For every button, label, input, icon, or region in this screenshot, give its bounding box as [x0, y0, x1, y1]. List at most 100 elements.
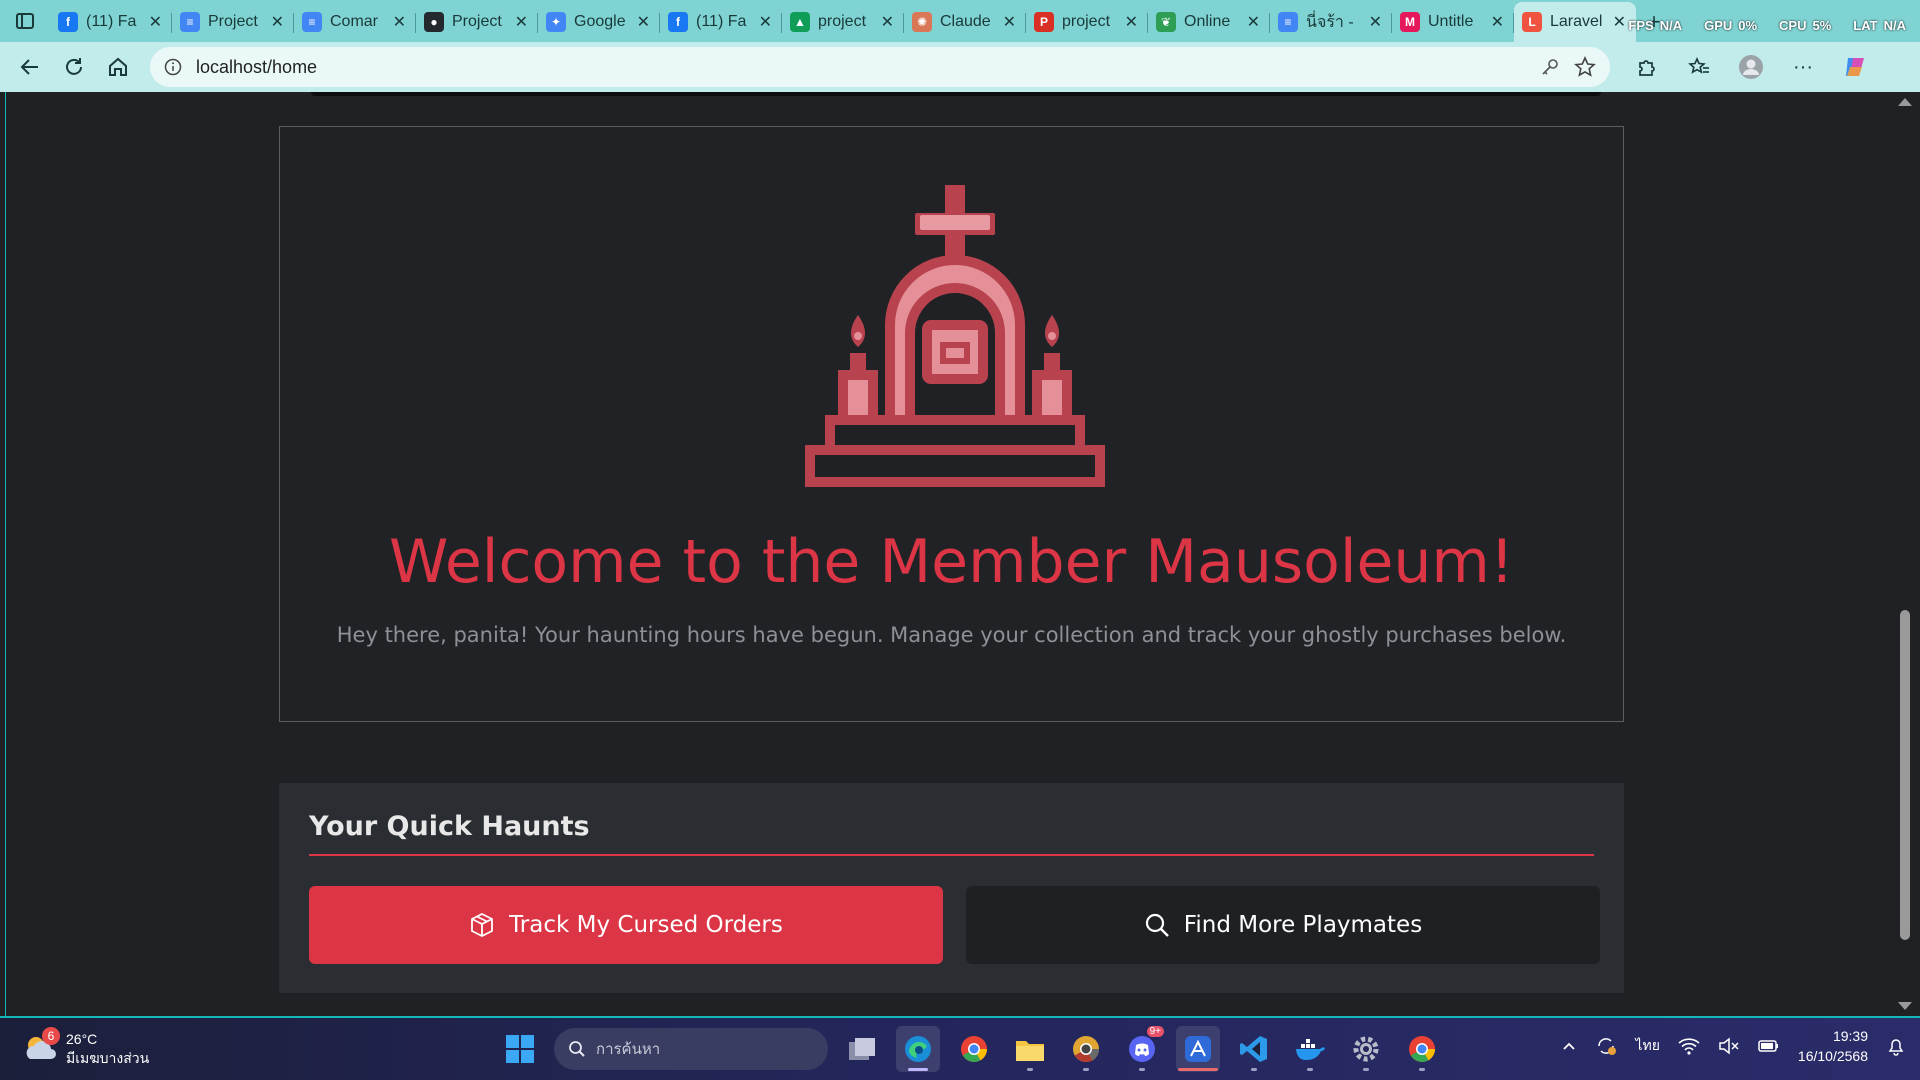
- close-icon[interactable]: ✕: [881, 12, 894, 32]
- browser-tab[interactable]: M Untitle ✕: [1392, 2, 1514, 42]
- system-clock[interactable]: 19:39 16/10/2568: [1798, 1026, 1868, 1066]
- browser-tab[interactable]: ❦ Online ✕: [1148, 2, 1270, 42]
- more-menu-button[interactable]: ···: [1780, 47, 1826, 87]
- chevron-up-icon[interactable]: [1561, 1038, 1577, 1054]
- notifications-icon[interactable]: [1886, 1036, 1906, 1056]
- tab-title: project: [1062, 13, 1111, 30]
- folder-icon: [1016, 1041, 1044, 1061]
- tab-title: (11) Fa: [86, 13, 137, 30]
- page-scrollbar[interactable]: [1893, 92, 1915, 1016]
- speaker-muted-icon[interactable]: [1718, 1037, 1740, 1055]
- favorites-button[interactable]: [1676, 47, 1722, 87]
- system-tray: ไทย 19:39 16/10/2568: [1561, 1026, 1906, 1066]
- chrome-profile-app[interactable]: [1400, 1026, 1444, 1072]
- discord-badge: 9+: [1146, 1026, 1164, 1037]
- clock-date: 16/10/2568: [1797, 1048, 1868, 1064]
- tab-title: Comar: [330, 13, 379, 30]
- language-indicator[interactable]: ไทย: [1635, 1035, 1659, 1057]
- browser-tab[interactable]: L Laravel ✕: [1514, 2, 1636, 42]
- lat-label: LAT: [1853, 18, 1878, 33]
- find-playmates-button[interactable]: Find More Playmates: [966, 886, 1600, 964]
- tab-title: Project: [208, 13, 258, 30]
- info-icon[interactable]: [164, 58, 182, 76]
- browser-tab[interactable]: f (11) Fa ✕: [660, 2, 782, 42]
- chrome-canary-app[interactable]: [1064, 1026, 1108, 1072]
- close-icon[interactable]: ✕: [1369, 12, 1382, 32]
- close-icon[interactable]: ✕: [1491, 12, 1504, 32]
- edge-app[interactable]: [896, 1026, 940, 1072]
- copilot-button[interactable]: [1832, 47, 1878, 87]
- lat-value: N/A: [1883, 18, 1906, 33]
- reload-button[interactable]: [52, 47, 96, 87]
- remote-app[interactable]: [1176, 1026, 1220, 1072]
- sync-icon[interactable]: [1595, 1035, 1617, 1057]
- weather-widget[interactable]: 6 26°C มีเมฆบางส่วน: [22, 1027, 150, 1068]
- favorites-icon: [1688, 57, 1709, 74]
- tab-actions-button[interactable]: [0, 0, 50, 42]
- tab-title: Laravel: [1550, 13, 1603, 30]
- close-icon[interactable]: ✕: [149, 12, 162, 32]
- chrome-app[interactable]: [952, 1026, 996, 1072]
- github-icon: ●: [424, 12, 444, 32]
- battery-icon[interactable]: [1758, 1038, 1780, 1054]
- close-icon[interactable]: ✕: [1003, 12, 1016, 32]
- tab-strip: f (11) Fa ✕ ≡ Project ✕ ≡ Comar ✕ ● Project ✕ ✦ Googl…: [0, 0, 1920, 42]
- close-icon[interactable]: ✕: [271, 12, 284, 32]
- task-view-button[interactable]: [840, 1026, 884, 1072]
- chrome-dev-icon: [1073, 1036, 1099, 1062]
- close-icon[interactable]: ✕: [1613, 12, 1626, 32]
- close-icon[interactable]: ✕: [1125, 12, 1138, 32]
- taskbar-search[interactable]: การค้นหา: [554, 1028, 828, 1070]
- weather-desc: มีเมฆบางส่วน: [66, 1050, 150, 1066]
- close-icon[interactable]: ✕: [637, 12, 650, 32]
- windows-logo-icon: [506, 1035, 534, 1063]
- home-button[interactable]: [96, 47, 140, 87]
- start-button[interactable]: [498, 1026, 542, 1072]
- extensions-button[interactable]: [1624, 47, 1670, 87]
- docs-icon: ≡: [180, 12, 200, 32]
- browser-tab[interactable]: ● Project ✕: [416, 2, 538, 42]
- browser-tab[interactable]: ✺ Claude ✕: [904, 2, 1026, 42]
- scroll-down-arrow[interactable]: [1898, 1002, 1912, 1010]
- track-orders-button[interactable]: Track My Cursed Orders: [309, 886, 943, 964]
- close-icon[interactable]: ✕: [1247, 12, 1260, 32]
- miro-icon: M: [1400, 12, 1420, 32]
- settings-app[interactable]: [1344, 1026, 1388, 1072]
- fps-value: N/A: [1659, 18, 1683, 33]
- gemini-icon: ✦: [546, 12, 566, 32]
- wifi-icon[interactable]: [1678, 1037, 1700, 1055]
- browser-tab[interactable]: ≡ Comar ✕: [294, 2, 416, 42]
- browser-tab[interactable]: Pproject ✕: [1026, 2, 1148, 42]
- page-title: Welcome to the Member Mausoleum!: [389, 527, 1514, 597]
- docker-app[interactable]: [1288, 1026, 1332, 1072]
- perf-overlay: FPS N/A GPU 0% CPU 5% LAT N/A: [1628, 18, 1906, 33]
- track-orders-label: Track My Cursed Orders: [509, 912, 783, 938]
- scroll-up-arrow[interactable]: [1898, 98, 1912, 106]
- clock-time: 19:39: [1832, 1028, 1868, 1044]
- browser-tab[interactable]: f (11) Fa ✕: [50, 2, 172, 42]
- profile-button[interactable]: [1728, 47, 1774, 87]
- close-icon[interactable]: ✕: [759, 12, 772, 32]
- discord-app[interactable]: 9+: [1120, 1026, 1164, 1072]
- vscode-app[interactable]: [1232, 1026, 1276, 1072]
- gear-icon: [1353, 1036, 1379, 1062]
- close-icon[interactable]: ✕: [393, 12, 406, 32]
- back-button[interactable]: [8, 47, 52, 87]
- file-explorer-app[interactable]: [1008, 1026, 1052, 1072]
- taskbar-search-placeholder: การค้นหา: [596, 1041, 661, 1058]
- cpu-value: 5%: [1812, 18, 1832, 33]
- browser-tab[interactable]: ≡ Project ✕: [172, 2, 294, 42]
- browser-tab[interactable]: ✦ Google ✕: [538, 2, 660, 42]
- weather-temp: 26°C: [66, 1031, 98, 1047]
- scroll-thumb[interactable]: [1900, 610, 1910, 940]
- close-icon[interactable]: ✕: [515, 12, 528, 32]
- key-icon[interactable]: [1540, 57, 1560, 77]
- address-bar[interactable]: localhost/home: [150, 47, 1610, 87]
- star-icon[interactable]: [1574, 56, 1596, 78]
- browser-tab[interactable]: ▲ project ✕: [782, 2, 904, 42]
- browser-tab[interactable]: ≡ นี่จร้า - ✕: [1270, 2, 1392, 42]
- url-text[interactable]: localhost/home: [196, 57, 1526, 78]
- remote-desktop-icon: [1185, 1036, 1211, 1062]
- browser-toolbar: localhost/home ···: [0, 42, 1920, 92]
- windows-taskbar: 6 26°C มีเมฆบางส่วน การค้นหา 9+ ไทย 19:3…: [0, 1016, 1920, 1080]
